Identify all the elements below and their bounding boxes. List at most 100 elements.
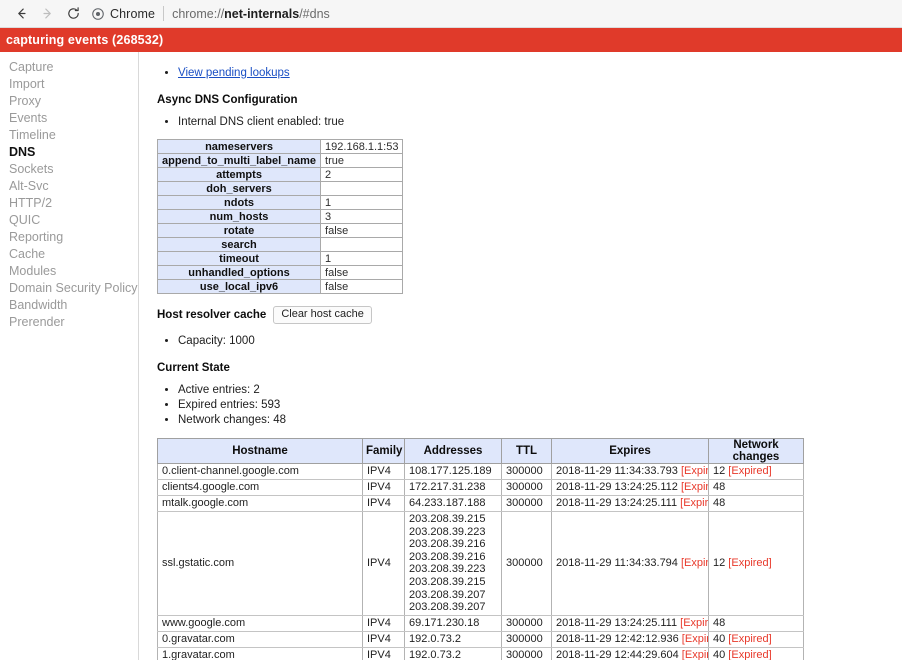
config-row: search — [156, 237, 404, 252]
cell-family: IPV4 — [362, 646, 405, 660]
config-value: 2 — [320, 167, 404, 182]
address-line: 203.208.39.223 — [409, 563, 486, 576]
url-text: chrome://net-internals/#dns — [172, 7, 330, 21]
sidebar-item-dns[interactable]: DNS — [0, 144, 138, 161]
sidebar-item-capture[interactable]: Capture — [0, 59, 138, 76]
reload-icon — [66, 6, 81, 21]
cell-expires: 2018-11-29 11:34:33.793 [Expired] — [551, 463, 709, 480]
url-prefix: chrome:// — [172, 6, 225, 21]
expires-timestamp: 2018-11-29 12:44:29.604 — [556, 648, 679, 660]
cell-addresses: 108.177.125.189 — [404, 463, 502, 480]
current-state-title: Current State — [157, 362, 230, 374]
state-line: Network changes: 48 — [178, 413, 902, 428]
config-value: 1 — [320, 251, 404, 266]
view-pending-lookups-link[interactable]: View pending lookups — [178, 67, 290, 79]
expired-badge: [Expired] — [725, 632, 772, 645]
address-line: 203.208.39.215 — [409, 575, 486, 588]
sidebar-item-prerender[interactable]: Prerender — [0, 314, 138, 331]
table-header-row: Hostname Family Addresses TTL Expires Network… — [157, 438, 804, 464]
cell-expires: 2018-11-29 11:34:33.794 [Expired] — [551, 511, 709, 616]
cell-family: IPV4 — [362, 463, 405, 480]
sidebar-item-import[interactable]: Import — [0, 76, 138, 93]
config-value: 3 — [320, 209, 404, 224]
config-key: num_hosts — [156, 209, 322, 224]
network-changes-value: 12 — [713, 556, 726, 569]
current-state-list: Active entries: 2Expired entries: 593Net… — [151, 383, 902, 428]
sidebar-item-quic[interactable]: QUIC — [0, 212, 138, 229]
cell-ttl: 300000 — [501, 511, 552, 616]
forward-button[interactable] — [34, 1, 60, 27]
table-row: 0.client-channel.google.com IPV4 108.177.1… — [157, 463, 804, 480]
cell-hostname: mtalk.google.com — [157, 495, 363, 512]
arrow-right-icon — [40, 6, 55, 21]
column-header-hostname: Hostname — [157, 438, 363, 464]
clear-host-cache-button[interactable]: Clear host cache — [273, 306, 372, 324]
config-value: false — [320, 223, 404, 238]
expired-badge: [Expired] — [725, 556, 772, 569]
state-line: Expired entries: 593 — [178, 398, 902, 413]
expired-badge: [Expired] — [680, 497, 709, 509]
config-row: attempts 2 — [156, 167, 404, 182]
capacity-list: Capacity: 1000 — [151, 334, 902, 349]
pending-lookups-list: View pending lookups — [151, 66, 902, 81]
config-key: search — [156, 237, 322, 252]
expired-badge: [Expired] — [680, 616, 709, 629]
config-key: nameservers — [156, 139, 322, 154]
sidebar-item-events[interactable]: Events — [0, 110, 138, 127]
host-cache-table: Hostname Family Addresses TTL Expires Network… — [157, 438, 804, 660]
sidebar-item-modules[interactable]: Modules — [0, 263, 138, 280]
config-value: 1 — [320, 195, 404, 210]
config-key: attempts — [156, 167, 322, 182]
network-changes-value: 48 — [713, 497, 726, 509]
host-resolver-cache-row: Host resolver cache Clear host cache — [157, 306, 902, 324]
expired-badge: [Expired] — [680, 465, 709, 477]
omnibox-divider — [163, 6, 165, 21]
config-row: append_to_multi_label_name true — [156, 153, 404, 168]
cell-addresses: 192.0.73.2 — [404, 646, 502, 660]
expires-timestamp: 2018-11-29 11:34:33.793 — [556, 465, 678, 477]
address-line: 69.171.230.18 — [409, 616, 480, 629]
expired-badge: [Expired] — [680, 481, 709, 493]
address-line: 203.208.39.216 — [409, 550, 486, 563]
cell-ttl: 300000 — [501, 646, 552, 660]
sidebar-item-timeline[interactable]: Timeline — [0, 127, 138, 144]
internal-dns-client-line: Internal DNS client enabled: true — [178, 115, 902, 130]
capture-status-text: capturing events (268532) — [6, 33, 164, 47]
config-row: num_hosts 3 — [156, 209, 404, 224]
sidebar-item-bandwidth[interactable]: Bandwidth — [0, 297, 138, 314]
expires-timestamp: 2018-11-29 13:24:25.111 — [556, 497, 678, 509]
config-row: unhandled_options false — [156, 265, 404, 280]
reload-button[interactable] — [60, 1, 86, 27]
network-changes-value: 40 — [713, 632, 726, 645]
capture-status-banner: capturing events (268532) — [0, 28, 902, 52]
back-button[interactable] — [8, 1, 34, 27]
async-dns-config-table: nameservers 192.168.1.1:53 append_to_multi… — [156, 139, 404, 294]
network-changes-value: 48 — [713, 481, 726, 493]
sidebar-item-http-2[interactable]: HTTP/2 — [0, 195, 138, 212]
expired-badge: [Expired] — [681, 632, 708, 645]
address-line: 192.0.73.2 — [409, 648, 461, 660]
address-bar[interactable]: Chrome chrome://net-internals/#dns — [92, 3, 894, 25]
sidebar-item-domain-security-policy[interactable]: Domain Security Policy — [0, 280, 138, 297]
pending-lookups-item: View pending lookups — [178, 66, 902, 81]
config-key: use_local_ipv6 — [156, 279, 322, 294]
sidebar: Capture Import Proxy Events Timeline DNS Socke… — [0, 52, 139, 660]
config-value: 192.168.1.1:53 — [320, 139, 404, 154]
url-highlight: net-internals — [224, 6, 300, 21]
url-suffix: /#dns — [299, 6, 330, 21]
site-label: Chrome — [110, 6, 156, 21]
sidebar-item-cache[interactable]: Cache — [0, 246, 138, 263]
address-line: 203.208.39.223 — [409, 525, 486, 538]
sidebar-item-proxy[interactable]: Proxy — [0, 93, 138, 110]
config-value — [320, 237, 404, 252]
cell-expires: 2018-11-29 12:44:29.604 [Expired] — [551, 646, 709, 660]
table-row: 0.gravatar.com IPV4 192.0.73.2 300000 2018-1… — [157, 630, 804, 648]
expires-timestamp: 2018-11-29 12:42:12.936 — [556, 632, 679, 645]
column-header-expires: Expires — [551, 438, 709, 464]
sidebar-item-sockets[interactable]: Sockets — [0, 161, 138, 178]
network-changes-value: 40 — [713, 648, 726, 660]
sidebar-item-alt-svc[interactable]: Alt-Svc — [0, 178, 138, 195]
address-line: 108.177.125.189 — [409, 465, 492, 478]
sidebar-item-reporting[interactable]: Reporting — [0, 229, 138, 246]
table-row: www.google.com IPV4 69.171.230.18 300000 201… — [157, 614, 804, 632]
